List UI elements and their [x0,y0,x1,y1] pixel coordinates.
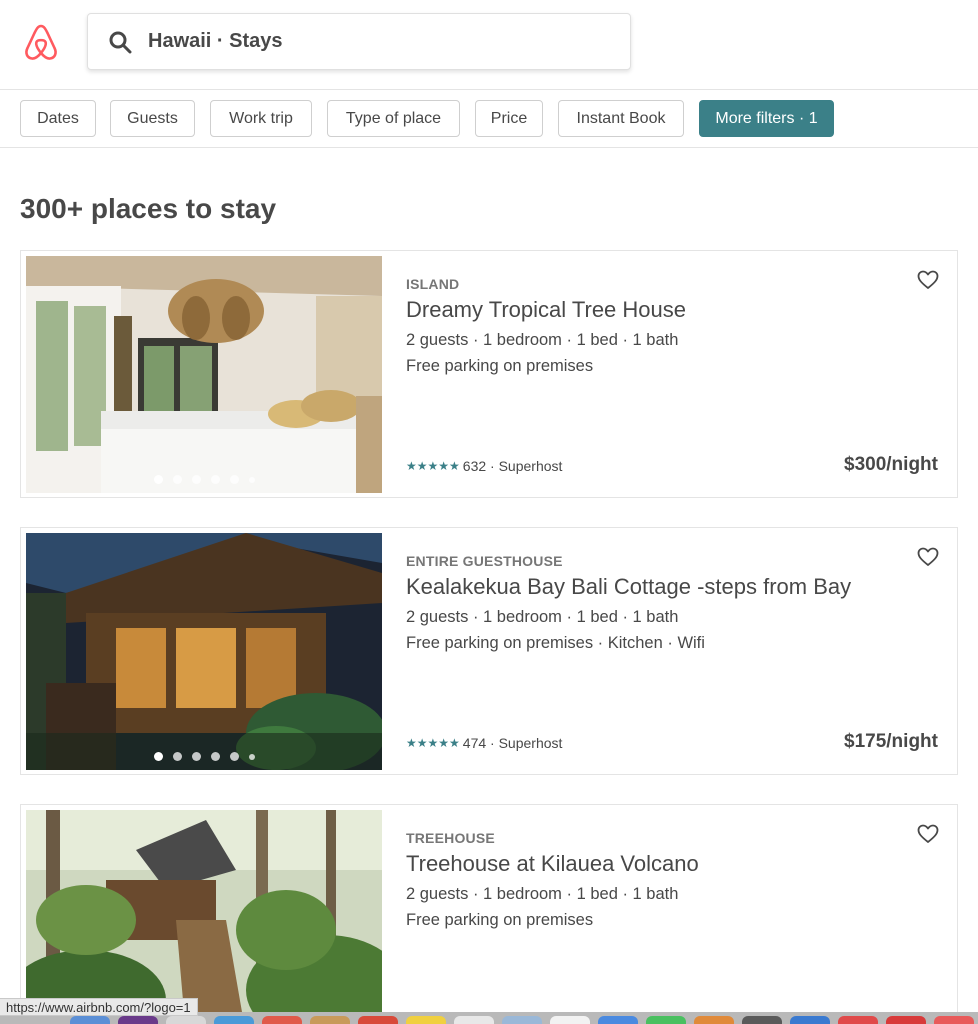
dock-app-icon[interactable] [886,1016,926,1024]
dock-app-icon[interactable] [70,1016,110,1024]
photo-carousel-dots[interactable] [26,752,382,761]
listing-photo[interactable] [26,810,382,1024]
review-count: 632 · Superhost [462,458,563,474]
listing-price: $175/night [844,731,938,752]
dock-app-icon[interactable] [502,1016,542,1024]
search-icon [109,31,132,53]
listing-amenities: Free parking on premises [406,911,594,929]
dock-app-icon[interactable] [838,1016,878,1024]
dock-app-icon[interactable] [310,1016,350,1024]
carousel-dot[interactable] [191,752,201,761]
listing-specs: 2 guests · 1 bedroom · 1 bed · 1 bath [406,608,679,626]
carousel-dot[interactable] [172,475,182,484]
carousel-dot[interactable] [229,475,239,484]
filter-price-button[interactable]: Price [475,100,543,137]
carousel-dot[interactable] [229,752,239,761]
dock-app-icon[interactable] [598,1016,638,1024]
dock-app-icon[interactable] [262,1016,302,1024]
dock-app-icon[interactable] [358,1016,398,1024]
dock-app-icon[interactable] [934,1016,974,1024]
dock-app-icon[interactable] [790,1016,830,1024]
dock-app-icon[interactable] [214,1016,254,1024]
listing-specs: 2 guests · 1 bedroom · 1 bed · 1 bath [406,885,679,903]
listing-specs: 2 guests · 1 bedroom · 1 bed · 1 bath [406,331,679,349]
dock-app-icon[interactable] [406,1016,446,1024]
listing-price: $300/night [844,454,938,475]
carousel-dot[interactable] [210,752,220,761]
carousel-dot[interactable] [153,475,163,484]
dock-app-icon[interactable] [694,1016,734,1024]
filter-work-trip-button[interactable]: Work trip [210,100,312,137]
carousel-dot[interactable] [248,476,255,483]
star-rating-icon: ★★★★★ [406,459,460,473]
top-header: Hawaii · Stays [0,0,978,90]
carousel-dot[interactable] [153,752,163,761]
listing-title[interactable]: Dreamy Tropical Tree House [406,297,686,323]
airbnb-logo-icon[interactable] [22,22,60,62]
listing-rating: ★★★★★ 474 · Superhost [406,735,562,751]
listing-card[interactable]: ISLAND Dreamy Tropical Tree House 2 gues… [20,250,958,498]
listing-photo[interactable] [26,533,382,770]
listing-rating: ★★★★★ 632 · Superhost [406,458,562,474]
listing-type: ISLAND [406,276,460,292]
heart-icon[interactable] [917,547,939,567]
review-count: 474 · Superhost [462,735,563,751]
carousel-dot[interactable] [210,475,220,484]
dock-app-icon[interactable] [646,1016,686,1024]
dock-app-icon[interactable] [454,1016,494,1024]
dock-app-icon[interactable] [550,1016,590,1024]
dock-app-icon[interactable] [166,1016,206,1024]
listing-amenities: Free parking on premises [406,357,594,375]
listing-type: TREEHOUSE [406,830,495,846]
carousel-dot[interactable] [248,753,255,760]
search-input[interactable]: Hawaii · Stays [87,13,631,70]
filter-guests-button[interactable]: Guests [110,100,195,137]
heart-icon[interactable] [917,270,939,290]
filter-type-of-place-button[interactable]: Type of place [327,100,460,137]
dock-app-icon[interactable] [742,1016,782,1024]
listing-amenities: Free parking on premises · Kitchen · Wif… [406,634,705,652]
carousel-dot[interactable] [191,475,201,484]
results-count-heading: 300+ places to stay [20,193,277,224]
listing-title[interactable]: Kealakekua Bay Bali Cottage -steps from … [406,574,851,600]
listing-title[interactable]: Treehouse at Kilauea Volcano [406,851,699,877]
search-text: Hawaii · Stays [148,30,283,52]
listing-type: ENTIRE GUESTHOUSE [406,553,563,569]
star-rating-icon: ★★★★★ [406,736,460,750]
filter-more-filters-button[interactable]: More filters · 1 [699,100,834,137]
listing-photo[interactable] [26,256,382,493]
photo-carousel-dots[interactable] [26,475,382,484]
filter-instant-book-button[interactable]: Instant Book [558,100,684,137]
heart-icon[interactable] [917,824,939,844]
listing-card[interactable]: ENTIRE GUESTHOUSE Kealakekua Bay Bali Co… [20,527,958,775]
status-bar-url: https://www.airbnb.com/?logo=1 [0,998,198,1016]
carousel-dot[interactable] [172,752,182,761]
filter-bar: Dates Guests Work trip Type of place Pri… [0,90,978,148]
filter-dates-button[interactable]: Dates [20,100,96,137]
dock-app-icon[interactable] [118,1016,158,1024]
listing-card[interactable]: TREEHOUSE Treehouse at Kilauea Volcano 2… [20,804,958,1024]
